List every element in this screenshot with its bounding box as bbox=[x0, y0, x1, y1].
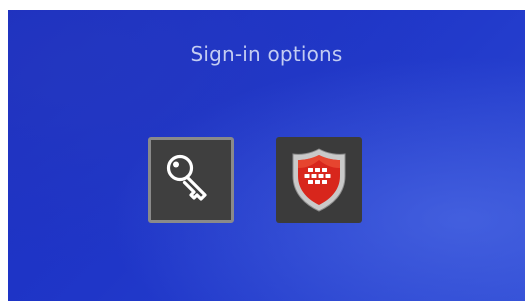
security-provider-sign-in-option[interactable] bbox=[276, 137, 362, 223]
sign-in-options-title: Sign-in options bbox=[190, 42, 343, 66]
shield-firewall-icon bbox=[292, 148, 346, 212]
lock-screen-background: Sign-in options bbox=[8, 10, 525, 301]
key-icon bbox=[166, 154, 207, 201]
password-sign-in-option[interactable] bbox=[148, 137, 234, 223]
